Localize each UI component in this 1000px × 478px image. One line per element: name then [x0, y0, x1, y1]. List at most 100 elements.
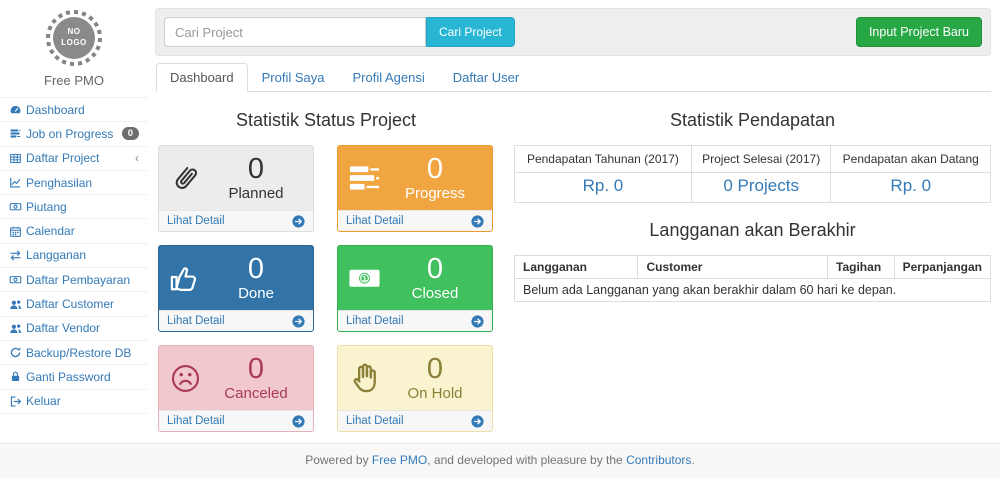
tasks-lg-icon	[347, 161, 387, 196]
users-icon	[9, 298, 26, 311]
thumbs-up-icon	[168, 261, 208, 296]
sidebar-nav: DashboardJob on Progress0Daftar Project‹…	[0, 97, 148, 414]
exchange-icon	[9, 249, 26, 262]
subscription-header-langganan: Langganan	[515, 256, 638, 279]
status-count: 0	[387, 254, 483, 284]
sidebar: NO LOGO Free PMO DashboardJob on Progres…	[0, 0, 148, 443]
sidebar-item-ganti-password[interactable]: Ganti Password	[0, 365, 148, 389]
status-count: 0	[387, 154, 483, 184]
status-card-canceled: 0Canceled Lihat Detail	[158, 345, 314, 432]
income-value-pendapatan-tahunan-2017[interactable]: Rp. 0	[515, 173, 692, 203]
income-section-title: Statistik Pendapatan	[514, 110, 991, 131]
status-card-progress: 0Progress Lihat Detail	[337, 145, 493, 232]
tab-profil-agensi[interactable]: Profil Agensi	[338, 63, 438, 92]
line-chart-icon	[9, 176, 26, 189]
status-cards-grid: 0PlannedLihat Detail0ProgressLihat Detai…	[158, 145, 494, 432]
status-label: Planned	[208, 185, 304, 202]
income-header-project-selesai-2017: Project Selesai (2017)	[691, 146, 831, 173]
sidebar-item-daftar-vendor[interactable]: Daftar Vendor	[0, 317, 148, 341]
status-label: Progress	[387, 185, 483, 202]
income-table: Pendapatan Tahunan (2017)Project Selesai…	[514, 145, 991, 203]
sidebar-item-keluar[interactable]: Keluar	[0, 390, 148, 414]
status-card-on-hold: 0On Hold Lihat Detail	[337, 345, 493, 432]
footer-link-free-pmo[interactable]: Free PMO	[372, 453, 427, 467]
lihat-detail-link-canceled[interactable]: Lihat Detail	[159, 410, 313, 431]
calendar-icon	[9, 225, 26, 238]
table-icon	[9, 152, 26, 165]
tab-daftar-user[interactable]: Daftar User	[439, 63, 533, 92]
subscription-empty-message: Belum ada Langganan yang akan berakhir d…	[515, 279, 991, 302]
subscription-table: LanggananCustomerTagihanPerpanjangan Bel…	[514, 255, 991, 302]
subscription-header-tagihan: Tagihan	[828, 256, 895, 279]
chevron-left-icon: ‹	[135, 151, 139, 165]
income-header-pendapatan-tahunan-2017: Pendapatan Tahunan (2017)	[515, 146, 692, 173]
tab-profil-saya[interactable]: Profil Saya	[248, 63, 339, 92]
main-area: Cari Project Input Project Baru Dashboar…	[148, 0, 1000, 443]
footer-link-contributors[interactable]: Contributors	[626, 453, 691, 467]
svg-text:1: 1	[362, 274, 367, 283]
project-search-group: Cari Project	[164, 17, 515, 47]
money-icon	[9, 273, 26, 286]
status-section: Statistik Status Project 0PlannedLihat D…	[158, 107, 494, 432]
sidebar-item-daftar-pembayaran[interactable]: Daftar Pembayaran	[0, 268, 148, 292]
status-count: 0	[387, 354, 483, 384]
dashboard-content: Statistik Status Project 0PlannedLihat D…	[158, 107, 991, 432]
status-card-done: 0Done Lihat Detail	[158, 245, 314, 332]
sidebar-item-penghasilan[interactable]: Penghasilan	[0, 171, 148, 195]
sidebar-item-dashboard[interactable]: Dashboard	[0, 98, 148, 122]
refresh-icon	[9, 346, 26, 359]
no-logo-seal-icon: NO LOGO	[46, 10, 102, 66]
lihat-detail-link-done[interactable]: Lihat Detail	[159, 310, 313, 331]
users-icon	[9, 322, 26, 335]
sidebar-item-backup-restore-db[interactable]: Backup/Restore DB	[0, 341, 148, 365]
status-card-closed: 10ClosedLihat Detail	[337, 245, 493, 332]
sidebar-item-calendar[interactable]: Calendar	[0, 219, 148, 243]
sidebar-item-piutang[interactable]: Piutang	[0, 195, 148, 219]
status-label: On Hold	[387, 385, 483, 402]
tab-dashboard[interactable]: Dashboard	[156, 63, 248, 92]
arrow-circle-right-icon	[471, 315, 484, 328]
status-count: 0	[208, 354, 304, 384]
income-value-pendapatan-akan-datang[interactable]: Rp. 0	[831, 173, 991, 203]
paperclip-icon	[168, 161, 208, 196]
free-pmo-dashboard-page: NO LOGO Free PMO DashboardJob on Progres…	[0, 0, 1000, 478]
arrow-circle-right-icon	[292, 415, 305, 428]
status-count: 0	[208, 154, 304, 184]
sidebar-item-daftar-customer[interactable]: Daftar Customer	[0, 292, 148, 316]
lihat-detail-link-on-hold[interactable]: Lihat Detail	[338, 410, 492, 431]
lihat-detail-link-planned[interactable]: Lihat Detail	[159, 210, 313, 231]
money-icon	[9, 200, 26, 213]
frown-icon	[168, 361, 208, 396]
arrow-circle-right-icon	[471, 415, 484, 428]
page-footer: Powered by Free PMO, and developed with …	[0, 443, 1000, 478]
sidebar-item-daftar-project[interactable]: Daftar Project‹	[0, 147, 148, 171]
sign-out-icon	[9, 395, 26, 408]
arrow-circle-right-icon	[471, 215, 484, 228]
sidebar-item-job-on-progress[interactable]: Job on Progress0	[0, 122, 148, 146]
footer-text-prefix: Powered by	[305, 453, 372, 467]
no-logo-text: NO LOGO	[53, 17, 95, 59]
tasks-icon	[9, 127, 26, 140]
subscription-header-perpanjangan: Perpanjangan	[894, 256, 990, 279]
money-bill-icon: 1	[347, 261, 387, 296]
lihat-detail-link-progress[interactable]: Lihat Detail	[338, 210, 492, 231]
sidebar-item-langganan[interactable]: Langganan	[0, 244, 148, 268]
subscription-section-title: Langganan akan Berakhir	[514, 220, 991, 241]
brand-name: Free PMO	[0, 73, 148, 88]
search-button[interactable]: Cari Project	[426, 17, 515, 47]
footer-text-suffix: .	[691, 453, 694, 467]
status-label: Canceled	[208, 385, 304, 402]
search-input[interactable]	[164, 17, 426, 47]
lihat-detail-link-closed[interactable]: Lihat Detail	[338, 310, 492, 331]
right-column: Statistik Pendapatan Pendapatan Tahunan …	[514, 107, 991, 432]
arrow-circle-right-icon	[292, 315, 305, 328]
topbar: Cari Project Input Project Baru	[155, 8, 991, 56]
new-project-button[interactable]: Input Project Baru	[856, 17, 982, 47]
status-count: 0	[208, 254, 304, 284]
count-badge: 0	[122, 127, 139, 140]
status-label: Done	[208, 285, 304, 302]
lock-icon	[9, 370, 26, 383]
income-value-project-selesai-2017[interactable]: 0 Projects	[691, 173, 831, 203]
status-section-title: Statistik Status Project	[158, 110, 494, 131]
dashboard-icon	[9, 103, 26, 116]
